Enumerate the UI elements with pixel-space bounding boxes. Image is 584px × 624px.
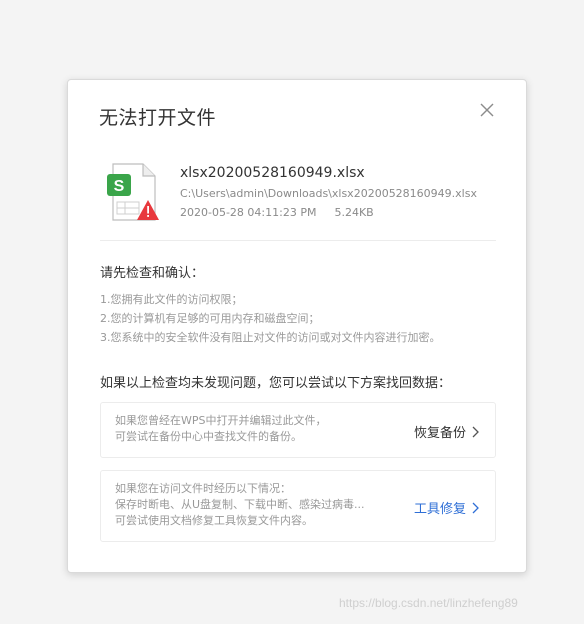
check-item: 3.您系统中的安全软件没有阻止对文件的访问或对文件内容进行加密。	[100, 331, 441, 344]
file-badge-letter: S	[114, 178, 125, 195]
card-description: 如果您曾经在WPS中打开并编辑过此文件， 可尝试在备份中心中查找文件的备份。	[115, 413, 327, 445]
file-size: 5.24KB	[334, 206, 374, 219]
card-line: 可尝试使用文档修复工具恢复文件内容。	[115, 514, 313, 527]
file-path: C:\Users\admin\Downloads\xlsx20200528160…	[180, 187, 477, 200]
repair-tool-button[interactable]: 工具修复	[414, 498, 479, 517]
check-item: 2.您的计算机有足够的可用内存和磁盘空间；	[100, 312, 320, 325]
dialog-title: 无法打开文件	[99, 107, 217, 129]
restore-backup-button[interactable]: 恢复备份	[414, 422, 479, 441]
card-line: 保存时断电、从U盘复制、下载中断、感染过病毒...	[115, 498, 365, 511]
spreadsheet-file-warning-icon: S	[105, 162, 161, 224]
divider	[100, 240, 496, 241]
file-name: xlsx20200528160949.xlsx	[180, 165, 365, 181]
chevron-right-icon	[472, 502, 479, 513]
watermark: https://blog.csdn.net/linzhefeng89	[339, 596, 518, 610]
card-line: 如果您在访问文件时经历以下情况：	[115, 482, 291, 495]
restore-backup-label: 恢复备份	[413, 426, 466, 441]
recovery-title: 如果以上检查均未发现问题，您可以尝试以下方案找回数据：	[100, 376, 452, 391]
file-meta: 2020-05-28 04:11:23 PM 5.24KB	[180, 206, 374, 219]
chevron-right-icon	[472, 426, 479, 437]
card-description: 如果您在访问文件时经历以下情况： 保存时断电、从U盘复制、下载中断、感染过病毒.…	[115, 481, 365, 529]
file-date: 2020-05-28 04:11:23 PM	[180, 206, 317, 219]
check-list: 1.您拥有此文件的访问权限； 2.您的计算机有足够的可用内存和磁盘空间； 3.您…	[100, 290, 441, 347]
close-icon[interactable]	[476, 99, 498, 121]
repair-tool-card[interactable]: 如果您在访问文件时经历以下情况： 保存时断电、从U盘复制、下载中断、感染过病毒.…	[100, 470, 496, 542]
check-item: 1.您拥有此文件的访问权限；	[100, 293, 243, 306]
card-line: 可尝试在备份中心中查找文件的备份。	[115, 430, 302, 443]
repair-tool-label: 工具修复	[413, 502, 466, 517]
error-dialog: 无法打开文件 S xlsx20200528160949.xlsx C:\User…	[67, 79, 527, 573]
restore-backup-card[interactable]: 如果您曾经在WPS中打开并编辑过此文件， 可尝试在备份中心中查找文件的备份。 恢…	[100, 402, 496, 458]
card-line: 如果您曾经在WPS中打开并编辑过此文件，	[115, 414, 327, 427]
check-title: 请先检查和确认：	[100, 266, 205, 281]
